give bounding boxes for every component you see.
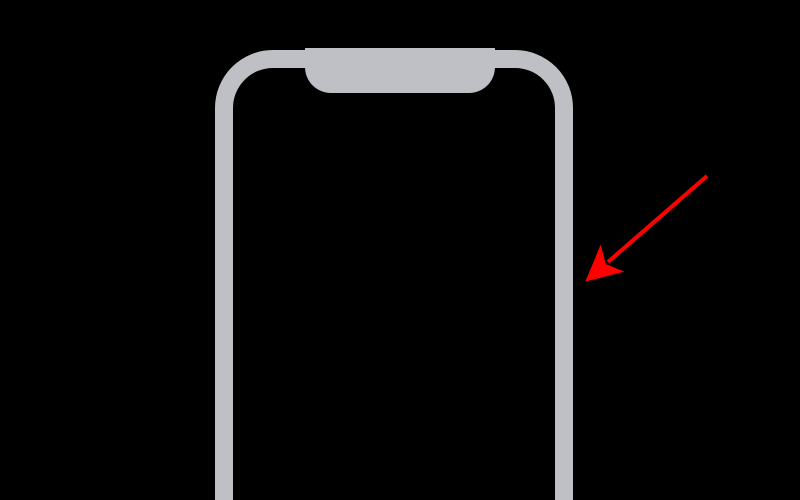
diagram-stage [0,0,800,500]
phone-notch-icon [305,48,495,93]
phone-frame-icon [215,50,573,500]
